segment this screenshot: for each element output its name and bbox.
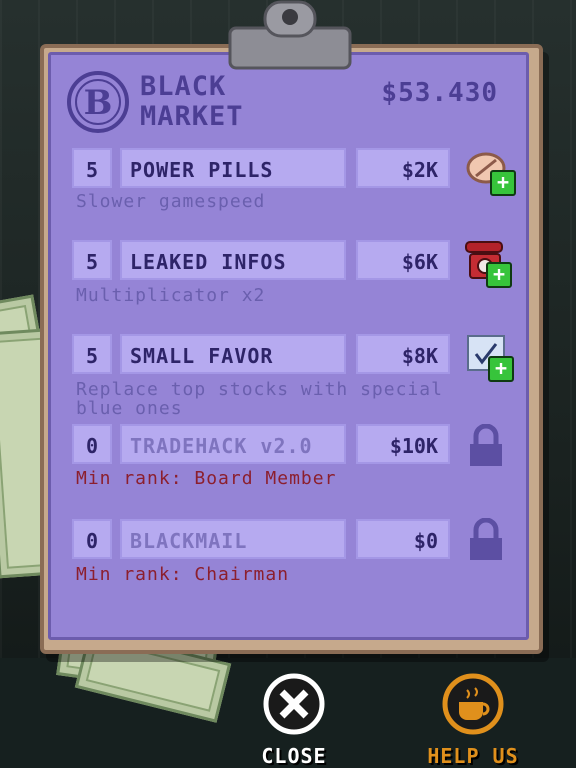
item-price: $0 [356,519,450,559]
lock-icon [470,518,502,560]
close-label: CLOSE [261,744,327,768]
money-balance: $53.430 [381,78,498,108]
item-price: $10K [356,424,450,464]
item-name: BLACKMAIL [120,519,346,559]
shop-item-power-pills[interactable]: 5 POWER PILLS $2K [72,148,512,192]
item-quantity: 5 [72,240,112,280]
item-quantity: 0 [72,424,112,464]
shop-item-small-favor[interactable]: 5 SMALL FAVOR $8K [72,334,512,378]
lock-icon [470,424,502,466]
rank-requirement: Min rank: Board Member [76,468,337,489]
plus-icon: + [488,356,514,382]
item-quantity: 5 [72,148,112,188]
item-quantity: 0 [72,519,112,559]
shop-item-leaked-infos[interactable]: 5 LEAKED INFOS $6K [72,240,512,284]
item-price: $8K [356,334,450,374]
item-name: LEAKED INFOS [120,240,346,280]
buy-leaked-infos-button[interactable]: + [462,238,512,288]
item-name: POWER PILLS [120,148,346,188]
item-description: Multiplicator x2 [76,285,266,306]
item-price: $6K [356,240,450,280]
close-button[interactable]: CLOSE [252,672,336,768]
plus-icon: + [490,170,516,196]
item-name: SMALL FAVOR [120,334,346,374]
help-us-button[interactable]: HELP US [418,672,528,768]
buy-small-favor-button[interactable]: + [464,332,514,382]
title-line-1: BLACK [140,71,227,102]
item-quantity: 5 [72,334,112,374]
black-market-logo-icon: B [67,71,129,133]
item-description: Replace top stocks with special blue one… [76,379,443,419]
help-us-label: HELP US [427,744,519,768]
item-description: Slower gamespeed [76,191,266,212]
coffee-cup-icon [442,673,504,735]
title-line-2: MARKET [140,101,244,132]
buy-power-pills-button[interactable]: + [466,146,516,196]
item-price: $2K [356,148,450,188]
rank-requirement: Min rank: Chairman [76,564,290,585]
plus-icon: + [486,262,512,288]
shop-item-tradehack: 0 TRADEHACK v2.0 $10K [72,424,512,468]
page-title: BLACK MARKET [140,72,244,132]
close-icon [263,673,325,735]
shop-item-blackmail: 0 BLACKMAIL $0 [72,519,512,563]
clipboard-clip-icon [228,0,352,70]
svg-text:B: B [84,83,113,123]
item-name: TRADEHACK v2.0 [120,424,346,464]
